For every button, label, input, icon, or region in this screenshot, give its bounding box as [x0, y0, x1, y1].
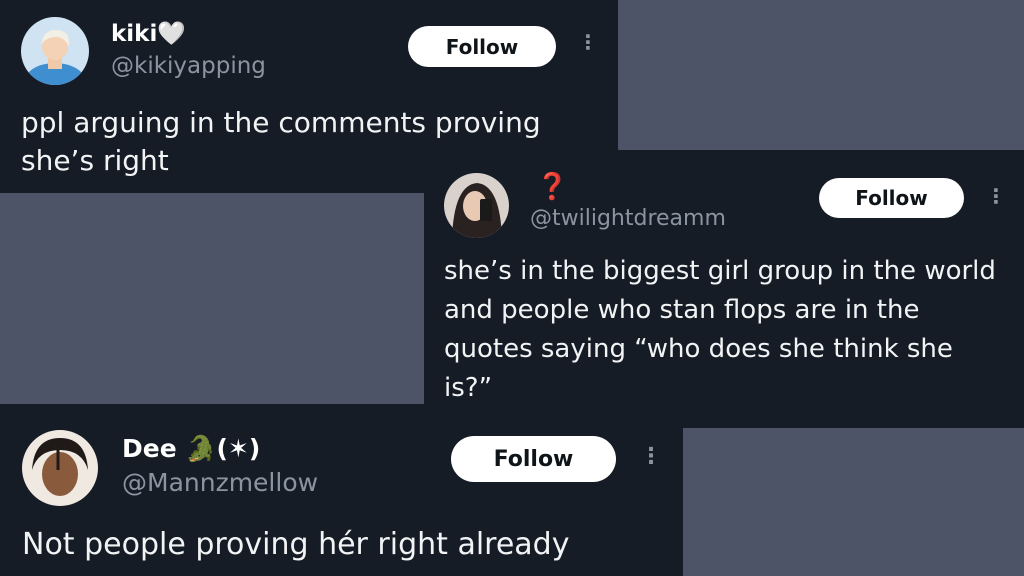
avatar[interactable]	[21, 17, 89, 85]
follow-button[interactable]: Follow	[408, 26, 556, 67]
tweet-card-mannzmellow[interactable]: Dee 🐊(✶) @Mannzmellow Follow ⋮ Not peopl…	[0, 404, 683, 576]
tweet-text: she’s in the biggest girl group in the w…	[444, 256, 996, 403]
display-name[interactable]: kiki🤍	[111, 20, 186, 47]
avatar[interactable]	[444, 173, 509, 238]
follow-button[interactable]: Follow	[451, 436, 616, 482]
more-options-icon[interactable]: ⋮	[578, 32, 598, 52]
user-handle[interactable]: @twilightdreamm	[530, 206, 726, 231]
tweet-card-twilightdreamm[interactable]: ❓ @twilightdreamm Follow ⋮ she’s in the …	[424, 150, 1024, 428]
follow-button[interactable]: Follow	[819, 178, 964, 218]
user-handle[interactable]: @Mannzmellow	[122, 468, 318, 497]
user-handle[interactable]: @kikiyapping	[111, 53, 266, 79]
more-options-icon[interactable]: ⋮	[640, 446, 662, 468]
tweet-text: Not people proving hér right already	[22, 527, 570, 562]
avatar[interactable]	[22, 430, 98, 506]
display-name[interactable]: ❓	[536, 172, 568, 202]
more-options-icon[interactable]: ⋮	[986, 186, 1006, 206]
display-name[interactable]: Dee 🐊(✶)	[122, 434, 260, 464]
